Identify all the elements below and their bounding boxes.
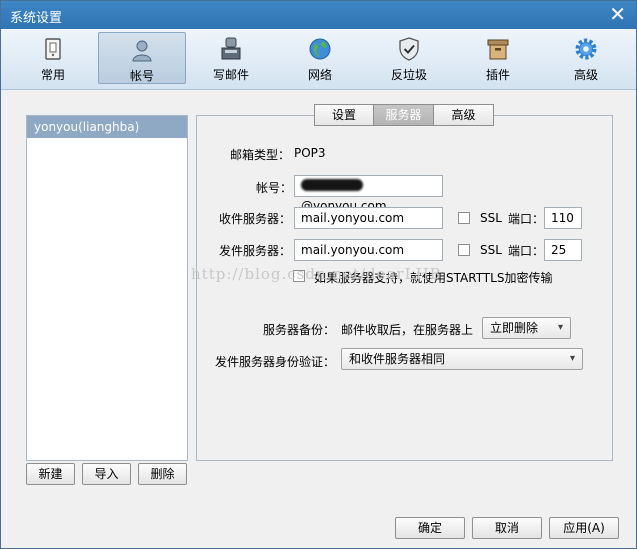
chevron-down-icon: ▾ [557,322,563,333]
outgoing-server-input[interactable]: mail.yonyou.com [294,239,443,261]
category-toolbar: 常用 帐号 写邮件 网络 反垃圾 插件 高级 [1,29,636,90]
server-settings-panel [196,115,613,461]
outgoing-port-input[interactable]: 25 [544,239,582,261]
plugin-icon [487,39,509,60]
redacted-username [301,179,363,191]
server-backup-select[interactable]: 立即删除 ▾ [482,317,571,339]
chevron-down-icon: ▾ [569,353,575,364]
toolbar-label: 插件 [485,68,510,82]
compose-icon [221,37,241,60]
server-backup-selected: 立即删除 [490,321,539,335]
outgoing-port-label: 端口： [508,244,545,258]
import-account-button[interactable]: 导入 [82,463,131,485]
toolbar-item-account[interactable]: 帐号 [98,32,186,84]
auth-selected: 和收件服务器相同 [349,352,446,366]
toolbar-label: 高级 [573,68,598,82]
content-area: yonyou(lianghba) 新建 导入 删除 设置 服务器 高级 邮箱类型… [1,90,636,509]
toolbar-label: 网络 [307,68,332,82]
mailbox-type-label: 邮箱类型： [230,148,291,162]
outgoing-ssl-label: SSL [480,243,502,257]
incoming-server-label: 收件服务器： [219,212,292,226]
incoming-ssl-label: SSL [480,211,502,225]
tab-server[interactable]: 服务器 [373,104,434,126]
toolbar-item-compose[interactable]: 写邮件 [187,32,275,84]
outgoing-ssl-checkbox[interactable] [458,244,470,256]
general-icon [45,38,61,60]
toolbar-label: 反垃圾 [390,68,427,82]
toolbar-item-general[interactable]: 常用 [9,32,97,84]
auth-label: 发件服务器身份验证： [215,355,336,369]
toolbar-label: 常用 [40,68,65,82]
watermark: http://blog.csdn.net/dearLHB [191,265,442,283]
auth-select[interactable]: 和收件服务器相同 ▾ [341,348,583,370]
account-icon [132,40,152,62]
title-bar: 系统设置 ✕ [1,1,636,29]
outgoing-server-label: 发件服务器： [219,244,292,258]
server-backup-desc: 邮件收取后，在服务器上 [341,323,474,337]
new-account-button[interactable]: 新建 [26,463,75,485]
close-icon[interactable]: ✕ [609,4,626,24]
toolbar-item-advanced[interactable]: 高级 [542,32,630,84]
account-label: 帐号： [256,181,293,195]
toolbar-item-antispam[interactable]: 反垃圾 [365,32,453,84]
toolbar-item-plugin[interactable]: 插件 [454,32,542,84]
account-list[interactable]: yonyou(lianghba) [26,115,188,461]
cancel-button[interactable]: 取消 [472,517,542,539]
tab-advanced[interactable]: 高级 [433,104,494,126]
network-icon [309,38,331,60]
toolbar-label: 帐号 [129,69,154,83]
incoming-ssl-checkbox[interactable] [458,212,470,224]
window-title: 系统设置 [10,11,63,26]
account-field[interactable]: @yonyou.com [294,175,443,213]
mailbox-type-value: POP3 [294,146,326,160]
apply-button[interactable]: 应用(A) [549,517,619,539]
server-backup-label: 服务器备份： [263,323,336,337]
toolbar-item-network[interactable]: 网络 [276,32,364,84]
ok-button[interactable]: 确定 [395,517,465,539]
incoming-port-input[interactable]: 110 [544,207,582,229]
antispam-shield-icon [399,37,419,61]
dialog-footer: 确定 取消 应用(A) [1,509,636,548]
list-item[interactable]: yonyou(lianghba) [27,116,187,138]
settings-window: 系统设置 ✕ 常用 帐号 写邮件 网络 反垃圾 插件 高级 yonyou(lia… [0,0,637,549]
delete-account-button[interactable]: 删除 [138,463,187,485]
gear-icon [575,38,597,60]
tab-settings[interactable]: 设置 [314,104,374,126]
incoming-server-input[interactable]: mail.yonyou.com [294,207,443,229]
toolbar-label: 写邮件 [212,68,249,82]
incoming-port-label: 端口： [508,212,545,226]
